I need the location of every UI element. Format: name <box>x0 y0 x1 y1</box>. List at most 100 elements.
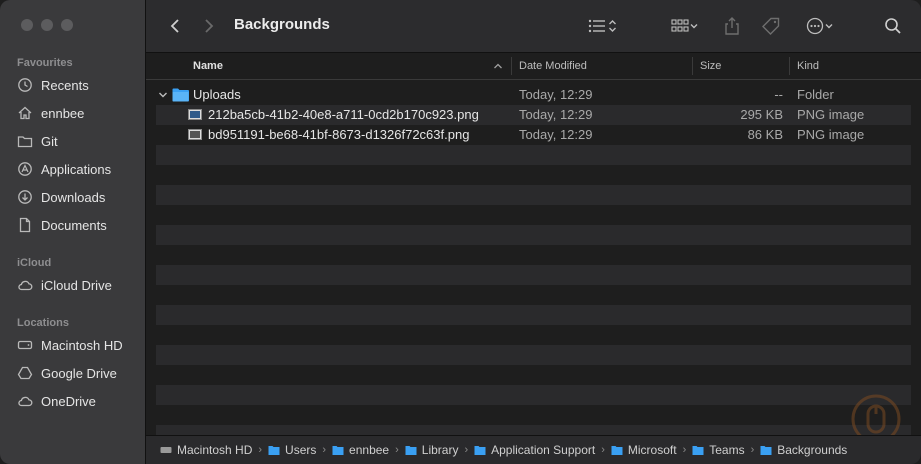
sort-ascending-icon <box>494 63 502 69</box>
window-controls <box>21 19 73 31</box>
sidebar-item-onedrive[interactable]: OneDrive <box>17 390 142 412</box>
path-crumb-label: Users <box>285 443 317 457</box>
file-date: Today, 12:29 <box>519 107 593 122</box>
path-crumb-teams[interactable]: Teams <box>692 443 745 457</box>
image-file-icon <box>188 109 202 120</box>
sidebar-item-label: Recents <box>41 77 89 93</box>
path-crumb-label: Backgrounds <box>777 443 848 457</box>
tags-button[interactable] <box>760 14 782 38</box>
sidebar: Favourites Recents ennbee Git Applicatio… <box>0 0 146 464</box>
table-row[interactable]: Uploads Today, 12:29 -- Folder <box>156 85 911 105</box>
document-icon <box>19 217 31 233</box>
download-icon <box>18 190 32 204</box>
applications-icon <box>18 162 32 176</box>
search-button[interactable] <box>882 14 904 38</box>
back-button[interactable] <box>166 14 184 38</box>
image-file-icon <box>188 129 202 140</box>
path-crumb-backgrounds[interactable]: Backgrounds <box>760 443 847 457</box>
sidebar-item-label: Downloads <box>41 189 106 205</box>
view-options-button[interactable] <box>583 14 621 38</box>
sidebar-item-ennbee[interactable]: ennbee <box>17 102 142 124</box>
empty-row <box>156 345 911 365</box>
file-size: 86 KB <box>747 127 783 142</box>
column-name[interactable]: Name <box>193 60 223 72</box>
sidebar-section-icloud: iCloud <box>17 257 52 269</box>
column-size[interactable]: Size <box>700 60 721 72</box>
chevron-down-icon <box>690 24 698 29</box>
sidebar-item-label: ennbee <box>41 105 85 121</box>
column-header: Name Date Modified Size Kind <box>146 53 921 80</box>
sidebar-item-downloads[interactable]: Downloads <box>17 186 142 208</box>
path-crumb-label: Application Support <box>491 443 596 457</box>
chevron-right-icon <box>205 19 214 33</box>
sidebar-item-git[interactable]: Git <box>17 130 142 152</box>
path-crumb-macintosh-hd[interactable]: Macintosh HD <box>160 443 252 457</box>
column-separator[interactable] <box>511 57 512 75</box>
share-button[interactable] <box>722 14 742 38</box>
sidebar-item-icloud-drive[interactable]: iCloud Drive <box>17 274 142 296</box>
folder-icon <box>172 88 189 102</box>
disk-icon <box>160 447 172 453</box>
sidebar-item-label: Documents <box>41 217 107 233</box>
disclosure-chevron-icon[interactable] <box>158 91 168 99</box>
share-icon <box>725 17 739 35</box>
minimize-window-button[interactable] <box>41 19 53 31</box>
path-crumb-library[interactable]: Library <box>405 443 459 457</box>
toolbar: Backgrounds <box>146 0 921 53</box>
column-kind[interactable]: Kind <box>797 60 819 72</box>
sidebar-item-label: iCloud Drive <box>41 277 112 293</box>
sidebar-item-label: Google Drive <box>41 365 117 381</box>
finder-window: Favourites Recents ennbee Git Applicatio… <box>0 0 921 464</box>
path-crumb-label: Library <box>421 443 459 457</box>
chevron-down-icon <box>825 24 833 29</box>
column-separator[interactable] <box>789 57 790 75</box>
sidebar-section-favourites: Favourites <box>17 57 73 69</box>
path-separator-icon: › <box>395 444 399 456</box>
path-separator-icon: › <box>464 444 469 456</box>
folder-icon <box>760 446 772 455</box>
sidebar-item-applications[interactable]: Applications <box>17 158 142 180</box>
updown-icon <box>608 20 616 32</box>
empty-row <box>156 145 911 165</box>
chevron-left-icon <box>170 19 179 33</box>
folder-icon <box>405 446 417 455</box>
sidebar-item-label: Git <box>41 133 58 149</box>
file-size: -- <box>774 87 783 102</box>
zoom-window-button[interactable] <box>61 19 73 31</box>
path-separator-icon: › <box>258 444 263 456</box>
path-crumb-microsoft[interactable]: Microsoft <box>611 443 677 457</box>
sidebar-item-macintosh-hd[interactable]: Macintosh HD <box>17 334 142 356</box>
path-crumb-users[interactable]: Users <box>268 443 316 457</box>
empty-row <box>156 225 911 245</box>
file-name: Uploads <box>193 87 241 102</box>
forward-button[interactable] <box>200 14 218 38</box>
folder-icon <box>332 446 344 455</box>
tag-icon <box>762 17 780 35</box>
action-button[interactable] <box>802 14 838 38</box>
group-button[interactable] <box>667 14 703 38</box>
window-title: Backgrounds <box>234 16 330 33</box>
folder-icon <box>268 446 280 455</box>
path-crumb-ennbee[interactable]: ennbee <box>332 443 389 457</box>
table-row[interactable]: 212ba5cb-41b2-40e8-a711-0cd2b170c923.png… <box>156 105 911 125</box>
column-separator[interactable] <box>692 57 693 75</box>
path-crumb-application-support[interactable]: Application Support <box>474 443 595 457</box>
folder-icon <box>474 446 486 455</box>
file-date: Today, 12:29 <box>519 87 593 102</box>
cloud-icon <box>18 280 33 291</box>
table-row[interactable]: bd951191-be68-41bf-8673-d1326f72c63f.png… <box>156 125 911 145</box>
column-date-modified[interactable]: Date Modified <box>519 60 587 72</box>
list-view-icon <box>588 19 605 33</box>
sidebar-section-locations: Locations <box>17 317 69 329</box>
file-size: 295 KB <box>740 107 783 122</box>
cloud-icon <box>18 396 33 407</box>
path-crumb-label: ennbee <box>349 443 390 457</box>
sidebar-item-google-drive[interactable]: Google Drive <box>17 362 142 384</box>
file-kind: PNG image <box>797 127 865 142</box>
close-window-button[interactable] <box>21 19 33 31</box>
sidebar-item-documents[interactable]: Documents <box>17 214 142 236</box>
grid-icon <box>671 19 689 32</box>
sidebar-item-recents[interactable]: Recents <box>17 74 142 96</box>
sidebar-item-label: Macintosh HD <box>41 337 123 353</box>
file-name: 212ba5cb-41b2-40e8-a711-0cd2b170c923.png <box>208 107 479 122</box>
